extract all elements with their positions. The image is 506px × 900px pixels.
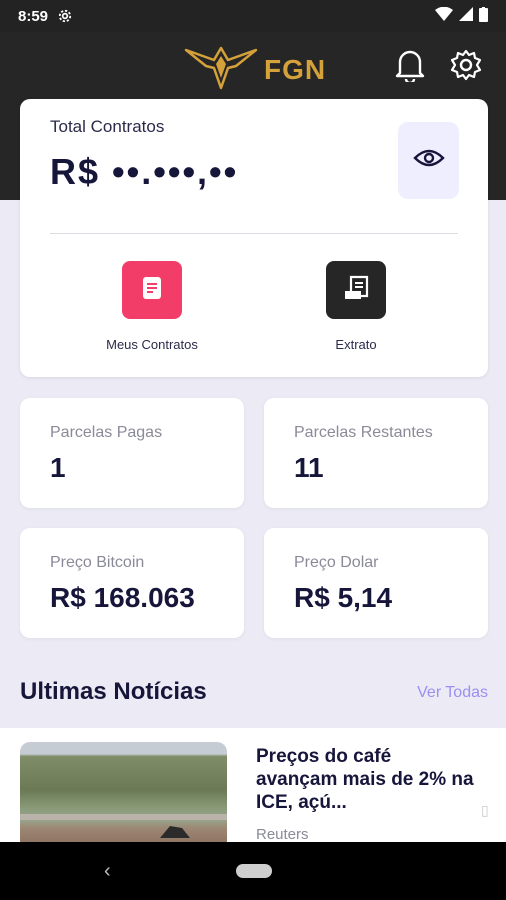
stat-card-bitcoin-price: Preço Bitcoin R$ 168.063	[20, 528, 244, 638]
stat-card-dollar-price: Preço Dolar R$ 5,14	[264, 528, 488, 638]
status-bar: 8:59	[0, 0, 506, 32]
my-contracts-icon-box	[122, 261, 182, 319]
status-time: 8:59	[18, 7, 49, 25]
receipt-icon	[342, 274, 370, 307]
settings-notification-icon	[58, 9, 72, 23]
document-icon	[141, 276, 163, 305]
stat-card-paid-installments: Parcelas Pagas 1	[20, 398, 244, 508]
statement-icon-box	[326, 261, 386, 319]
total-contracts-value: R$ ••.•••,••	[50, 151, 239, 192]
home-pill-button[interactable]	[236, 864, 272, 878]
toggle-visibility-button[interactable]	[398, 122, 459, 199]
news-thumbnail	[20, 742, 227, 842]
wifi-icon	[435, 6, 453, 25]
stat-label: Parcelas Restantes	[294, 424, 433, 441]
brand-logo: FGN	[184, 44, 326, 95]
my-contracts-button[interactable]: Meus Contratos	[77, 261, 227, 352]
statement-label: Extrato	[335, 337, 377, 352]
stat-label: Preço Dolar	[294, 554, 379, 571]
total-contracts-card: Total Contratos R$ ••.•••,•• Meus Contra…	[20, 99, 488, 377]
signal-icon	[459, 7, 473, 25]
stat-label: Preço Bitcoin	[50, 554, 145, 571]
see-all-news-link[interactable]: Ver Todas	[417, 684, 488, 702]
card-divider	[50, 233, 458, 234]
news-source: Reuters	[256, 826, 309, 842]
placeholder-glyph-icon: ▯	[481, 802, 489, 818]
system-navigation-bar: ‹	[0, 842, 506, 900]
back-chevron-icon[interactable]: ‹	[104, 860, 111, 883]
brand-name: FGN	[264, 53, 327, 85]
eye-icon	[412, 148, 445, 173]
battery-icon	[479, 6, 488, 26]
total-contracts-label: Total Contratos	[50, 117, 165, 136]
stat-value: R$ 5,14	[294, 582, 393, 613]
stat-card-remaining-installments: Parcelas Restantes 11	[264, 398, 488, 508]
stat-value: 1	[50, 452, 66, 483]
news-headline: Preços do café avançam mais de 2% na ICE…	[256, 746, 474, 813]
stat-value: 11	[294, 452, 324, 483]
stat-label: Parcelas Pagas	[50, 424, 163, 441]
settings-gear-icon[interactable]	[449, 48, 483, 87]
notifications-bell-icon[interactable]	[394, 48, 426, 87]
statement-button[interactable]: Extrato	[281, 261, 431, 352]
stat-value: R$ 168.063	[50, 582, 195, 613]
news-list: Preços do café avançam mais de 2% na ICE…	[0, 728, 506, 842]
news-section-title: Ultimas Notícias	[20, 678, 207, 705]
my-contracts-label: Meus Contratos	[106, 337, 198, 352]
eagle-logo-icon	[184, 44, 258, 95]
